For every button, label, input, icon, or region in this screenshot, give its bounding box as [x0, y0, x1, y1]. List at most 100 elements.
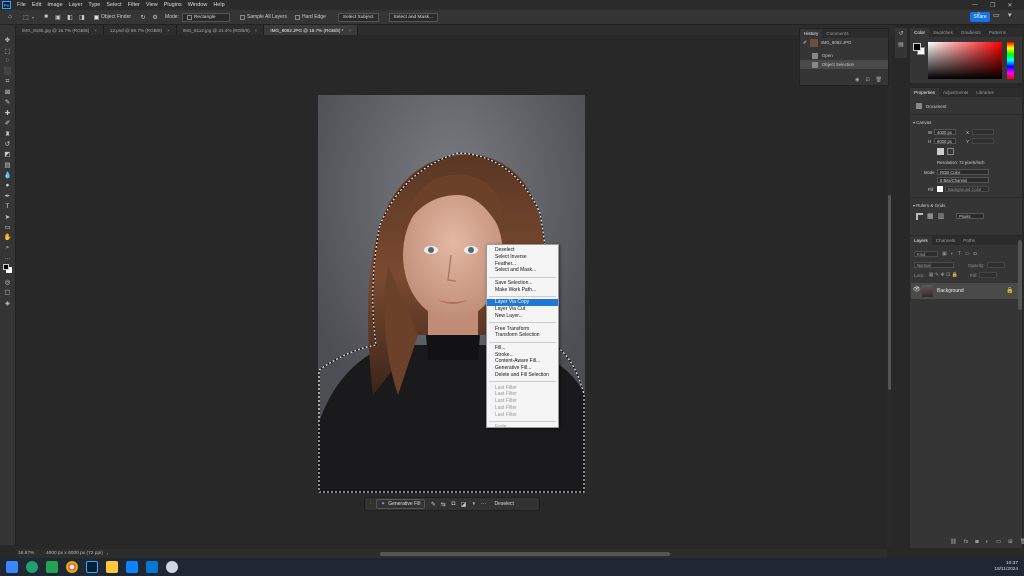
opacity-field[interactable]	[986, 262, 1005, 268]
landscape-orientation-icon[interactable]	[947, 148, 954, 155]
tab-img-8082[interactable]: IMG_8082.JPG @ 16.7% (RGB/8) * ×	[264, 25, 359, 35]
system-clock[interactable]: 10:37 18/11/2024	[994, 561, 1018, 573]
modify-selection-icon[interactable]: ✎	[428, 501, 438, 508]
menu-type[interactable]: Type	[85, 2, 103, 8]
eyedropper-tool-icon[interactable]: ✎	[3, 98, 13, 107]
intersect-selection-icon[interactable]: ◨	[78, 13, 86, 21]
grid-icon[interactable]: ▦	[927, 212, 934, 220]
move-tool-icon[interactable]: ✥	[3, 36, 13, 45]
fill-swatch[interactable]	[937, 186, 943, 192]
screen-mode-icon[interactable]: ▢	[3, 288, 13, 297]
close-tab-icon[interactable]: ×	[255, 28, 258, 33]
object-finder-toggle[interactable]: Object Finder	[94, 14, 131, 20]
hard-edge-toggle[interactable]: Hard Edge	[294, 14, 326, 20]
history-step-open[interactable]: Open	[800, 51, 888, 60]
app-icon-1[interactable]	[26, 561, 38, 573]
tab-swatches[interactable]: Swatches	[929, 28, 957, 37]
marquee-tool-icon[interactable]: ⬚	[3, 46, 13, 55]
chrome-icon[interactable]	[66, 561, 78, 573]
workspace-icon[interactable]: ▭	[993, 11, 1000, 19]
pixel-filter-icon[interactable]: ▣	[942, 251, 947, 257]
lock-icons[interactable]: ▦ ✎ ✥ ⊡ 🔒	[929, 272, 958, 278]
ai-assistant-icon[interactable]: ◈	[3, 298, 13, 307]
group-icon[interactable]: ▭	[996, 539, 1001, 545]
adjustment-layer-icon[interactable]: ◐	[986, 539, 989, 545]
snapshot-icon[interactable]: ◉	[855, 77, 859, 83]
menu-filter[interactable]: Filter	[125, 2, 143, 8]
tab-img-8112[interactable]: IMG_8112.jpg @ 21.4% (RGB/8) ×	[176, 25, 265, 35]
gear-icon[interactable]: ⚙	[151, 13, 159, 21]
layer-lock-icon[interactable]: 🔒	[1006, 287, 1013, 294]
more-tools-icon[interactable]: ···	[3, 254, 13, 263]
gradient-tool-icon[interactable]: ▤	[3, 160, 13, 169]
tab-layers[interactable]: Layers	[910, 236, 932, 245]
quick-mask-icon[interactable]: ◎	[3, 277, 13, 286]
tab-channels[interactable]: Channels	[932, 236, 959, 245]
close-window-button[interactable]: ✕	[1007, 2, 1012, 9]
menu-item-layer-via-cut[interactable]: Layer Via Cut	[487, 306, 558, 313]
app-icon-2[interactable]	[46, 561, 58, 573]
layer-filter-select[interactable]: Kind	[914, 251, 938, 257]
lasso-tool-icon[interactable]: ◌	[3, 56, 13, 65]
generative-fill-button[interactable]: ✦ Generative Fill	[376, 499, 426, 509]
hand-tool-icon[interactable]: ✋	[3, 233, 13, 242]
layer-fill-field[interactable]	[978, 272, 997, 278]
photoshop-taskbar-icon[interactable]	[86, 561, 98, 573]
new-selection-icon[interactable]: ■	[42, 13, 50, 21]
layer-name[interactable]: Background	[937, 288, 964, 294]
type-filter-icon[interactable]: T	[958, 251, 961, 257]
rectangle-tool-icon[interactable]: ▭	[3, 222, 13, 231]
invert-selection-icon[interactable]: ⇆	[438, 501, 448, 508]
drag-handle-icon[interactable]: ⋮	[368, 499, 373, 509]
deselect-button[interactable]: Deselect	[492, 501, 515, 507]
color-swatches[interactable]	[2, 263, 13, 276]
mask-icon[interactable]: ◘	[448, 501, 458, 507]
menu-plugins[interactable]: Plugins	[161, 2, 185, 8]
brush-tool-icon[interactable]: ✐	[3, 119, 13, 128]
tool-preset-chevron-icon[interactable]: ▾	[32, 15, 34, 20]
rulers-section-header[interactable]: ▾ Rulers & Grids	[910, 203, 1022, 208]
menu-item-fill[interactable]: Fill...	[487, 345, 558, 352]
menu-item-free-transform[interactable]: Free Transform	[487, 326, 558, 333]
menu-item-select-inverse[interactable]: Select Inverse	[487, 254, 558, 261]
menu-item-make-work-path[interactable]: Make Work Path...	[487, 287, 558, 294]
menu-window[interactable]: Window	[185, 2, 211, 8]
minimize-button[interactable]: —	[972, 2, 978, 8]
shape-filter-icon[interactable]: ▭	[965, 251, 970, 257]
zoom-level[interactable]: 16.67%	[18, 551, 40, 556]
x-field[interactable]	[972, 129, 994, 135]
link-layers-icon[interactable]: ⛓	[950, 539, 957, 545]
add-selection-icon[interactable]: ▣	[54, 13, 62, 21]
search-icon[interactable]: ⌕	[977, 11, 981, 19]
tab-paths[interactable]: Paths	[959, 236, 979, 245]
dodge-tool-icon[interactable]: ●	[3, 181, 13, 190]
vertical-scrollbar-thumb[interactable]	[888, 195, 891, 390]
trash-icon[interactable]: 🗑	[876, 77, 882, 83]
tab-gradients[interactable]: Gradients	[957, 28, 985, 37]
tab-properties[interactable]: Properties	[910, 88, 939, 97]
width-field[interactable]: 4000 px	[934, 129, 956, 135]
eraser-tool-icon[interactable]: ◩	[3, 150, 13, 159]
foreground-color-icon[interactable]	[2, 263, 9, 270]
blend-mode-select[interactable]: Normal	[914, 262, 954, 268]
history-step-object-selection[interactable]: Object Selection	[800, 60, 888, 69]
menu-item-deselect[interactable]: Deselect	[487, 247, 558, 254]
arrange-icon[interactable]: ▾	[1008, 11, 1012, 19]
menu-layer[interactable]: Layer	[66, 2, 86, 8]
type-tool-icon[interactable]: T	[3, 202, 13, 211]
subtract-selection-icon[interactable]: ◧	[66, 13, 74, 21]
hue-slider[interactable]	[1007, 42, 1014, 79]
object-selection-tool-icon[interactable]: ⬚	[22, 13, 30, 21]
zoom-tool-icon[interactable]: ⌕	[3, 243, 13, 252]
horizontal-scrollbar[interactable]	[380, 552, 670, 556]
add-mask-icon[interactable]: ◙	[975, 539, 978, 545]
canvas-section-header[interactable]: ▾ Canvas	[910, 120, 1022, 125]
menu-item-delete-and-fill[interactable]: Delete and Fill Selection	[487, 372, 558, 379]
crop-tool-icon[interactable]: ⌗	[3, 77, 13, 86]
new-layer-icon[interactable]: ⊞	[1008, 539, 1013, 545]
mode-select[interactable]: Rectangle	[181, 12, 230, 22]
visibility-eye-icon[interactable]: 👁	[913, 286, 921, 293]
blur-tool-icon[interactable]: 💧	[3, 171, 13, 180]
close-tab-icon[interactable]: ×	[94, 28, 97, 33]
delete-layer-icon[interactable]: 🗑	[1020, 539, 1024, 545]
